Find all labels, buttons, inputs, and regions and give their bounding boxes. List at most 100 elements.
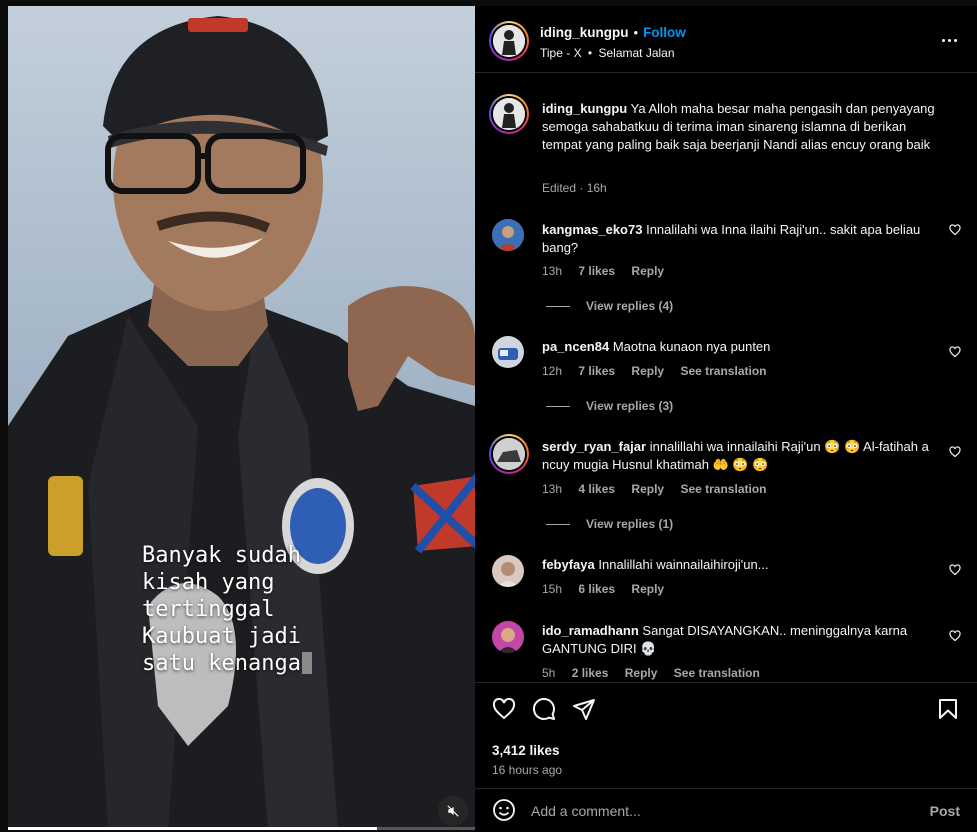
comment-meta: 13h 4 likes Reply See translation [542, 482, 779, 496]
text-cursor [301, 652, 312, 674]
send-icon[interactable] [572, 697, 596, 721]
likes-count[interactable]: 3,412 likes [492, 743, 560, 758]
comment-time: 5h [542, 666, 556, 680]
post-panel: iding_kungpu • Follow Tipe - X • Selamat… [475, 6, 977, 832]
comment-time: 12h [542, 364, 563, 378]
commenter-avatar[interactable] [492, 555, 524, 587]
video-progress-bar[interactable] [8, 827, 475, 830]
reply-button[interactable]: Reply [625, 666, 658, 680]
comment-time: 13h [542, 482, 563, 496]
comment-body: Innalillahi wainnailaihiroji'un... [598, 557, 769, 572]
post-comment-button[interactable]: Post [930, 803, 960, 819]
comment-time: 13h [542, 264, 563, 278]
comment-meta: 5h 2 likes Reply See translation [542, 666, 773, 680]
post-header: iding_kungpu • Follow Tipe - X • Selamat… [475, 6, 977, 73]
see-translation-button[interactable]: See translation [680, 364, 766, 378]
comment-likes[interactable]: 7 likes [578, 364, 615, 378]
comment-username[interactable]: febyfaya [542, 557, 595, 572]
comment-likes[interactable]: 4 likes [578, 482, 615, 496]
caption-username[interactable]: iding_kungpu [542, 101, 627, 116]
comment-body: Maotna kunaon nya punten [612, 339, 771, 354]
caption-line: tertinggal [142, 597, 275, 622]
commenter-avatar[interactable] [492, 336, 524, 368]
caption-avatar[interactable] [489, 94, 529, 134]
comment-like-icon[interactable] [949, 630, 961, 642]
comment-like-icon[interactable] [949, 224, 961, 236]
audio-track: Selamat Jalan [598, 46, 675, 60]
audio-separator: • [587, 46, 593, 60]
reply-line [546, 523, 570, 525]
follow-button[interactable]: Follow [643, 25, 686, 40]
post-actions: 3,412 likes 16 hours ago [475, 682, 977, 795]
comment-username[interactable]: kangmas_eko73 [542, 222, 642, 237]
reply-line [546, 405, 570, 407]
avatar-image [493, 25, 525, 57]
comment-text: ido_ramadhann Sangat DISAYANGKAN.. menin… [542, 622, 942, 658]
comment-time: 15h [542, 582, 563, 596]
author-username[interactable]: iding_kungpu [540, 25, 629, 40]
comment-like-icon[interactable] [949, 564, 961, 576]
view-replies-label: View replies (1) [586, 517, 674, 531]
audio-info[interactable]: Tipe - X • Selamat Jalan [540, 46, 675, 60]
comment-text: kangmas_eko73 Innalilahi wa Inna ilaihi … [542, 221, 942, 257]
comment-text: febyfaya Innalillahi wainnailaihiroji'un… [542, 556, 942, 574]
caption-line: Kaubuat jadi [142, 624, 301, 649]
reply-button[interactable]: Reply [631, 364, 664, 378]
avatar-image [492, 219, 524, 251]
add-comment-bar: Post [475, 788, 977, 832]
avatar-image [493, 438, 525, 470]
comment-likes[interactable]: 7 likes [578, 264, 615, 278]
comment-like-icon[interactable] [949, 346, 961, 358]
speaker-muted-icon [447, 805, 459, 817]
author-avatar[interactable] [489, 21, 529, 61]
commenter-avatar[interactable] [489, 434, 529, 474]
reply-line [546, 305, 570, 307]
post-time: 16 hours ago [492, 763, 563, 777]
mute-button[interactable] [438, 796, 468, 826]
comment-username[interactable]: pa_ncen84 [542, 339, 609, 354]
see-translation-button[interactable]: See translation [674, 666, 760, 680]
reply-button[interactable]: Reply [631, 264, 664, 278]
comment-username[interactable]: ido_ramadhann [542, 623, 639, 638]
comments-list[interactable]: iding_kungpu Ya Alloh maha besar maha pe… [475, 74, 977, 682]
caption-meta: Edited · 16h [542, 181, 607, 195]
post-caption: iding_kungpu Ya Alloh maha besar maha pe… [542, 100, 942, 154]
video-progress-fill [8, 827, 377, 830]
reply-button[interactable]: Reply [631, 482, 664, 496]
view-replies-label: View replies (4) [586, 299, 674, 313]
comment-text: pa_ncen84 Maotna kunaon nya punten [542, 338, 942, 356]
caption-line: satu kenanga [142, 650, 382, 677]
comment-meta: 15h 6 likes Reply [542, 582, 677, 596]
view-replies-button[interactable]: View replies (4) [546, 299, 673, 313]
video-frame [8, 6, 475, 830]
comment-likes[interactable]: 6 likes [578, 582, 615, 596]
avatar-image [492, 555, 524, 587]
caption-line: Banyak sudah [142, 543, 301, 568]
comment-likes[interactable]: 2 likes [572, 666, 609, 680]
video-caption: Banyak sudah kisah yang tertinggal Kaubu… [142, 542, 382, 677]
reply-button[interactable]: Reply [631, 582, 664, 596]
emoji-icon[interactable] [492, 798, 516, 822]
comment-meta: 12h 7 likes Reply See translation [542, 364, 779, 378]
comment-icon[interactable] [532, 697, 556, 721]
bookmark-icon[interactable] [936, 697, 960, 721]
more-options-icon[interactable] [942, 39, 957, 42]
comment-text: serdy_ryan_fajar innalillahi wa innailai… [542, 438, 942, 474]
comment-input[interactable] [531, 799, 911, 823]
avatar-image [492, 621, 524, 653]
comment-like-icon[interactable] [949, 446, 961, 458]
view-replies-label: View replies (3) [586, 399, 674, 413]
commenter-avatar[interactable] [492, 219, 524, 251]
see-translation-button[interactable]: See translation [680, 482, 766, 496]
view-replies-button[interactable]: View replies (1) [546, 517, 673, 531]
post-media[interactable]: Banyak sudah kisah yang tertinggal Kaubu… [8, 6, 475, 830]
comment-username[interactable]: serdy_ryan_fajar [542, 439, 646, 454]
comment-meta: 13h 7 likes Reply [542, 264, 677, 278]
avatar-image [492, 336, 524, 368]
view-replies-button[interactable]: View replies (3) [546, 399, 673, 413]
avatar-image [493, 98, 525, 130]
audio-artist: Tipe - X [540, 46, 582, 60]
commenter-avatar[interactable] [492, 621, 524, 653]
caption-line: kisah yang [142, 570, 275, 595]
heart-icon[interactable] [492, 697, 516, 721]
